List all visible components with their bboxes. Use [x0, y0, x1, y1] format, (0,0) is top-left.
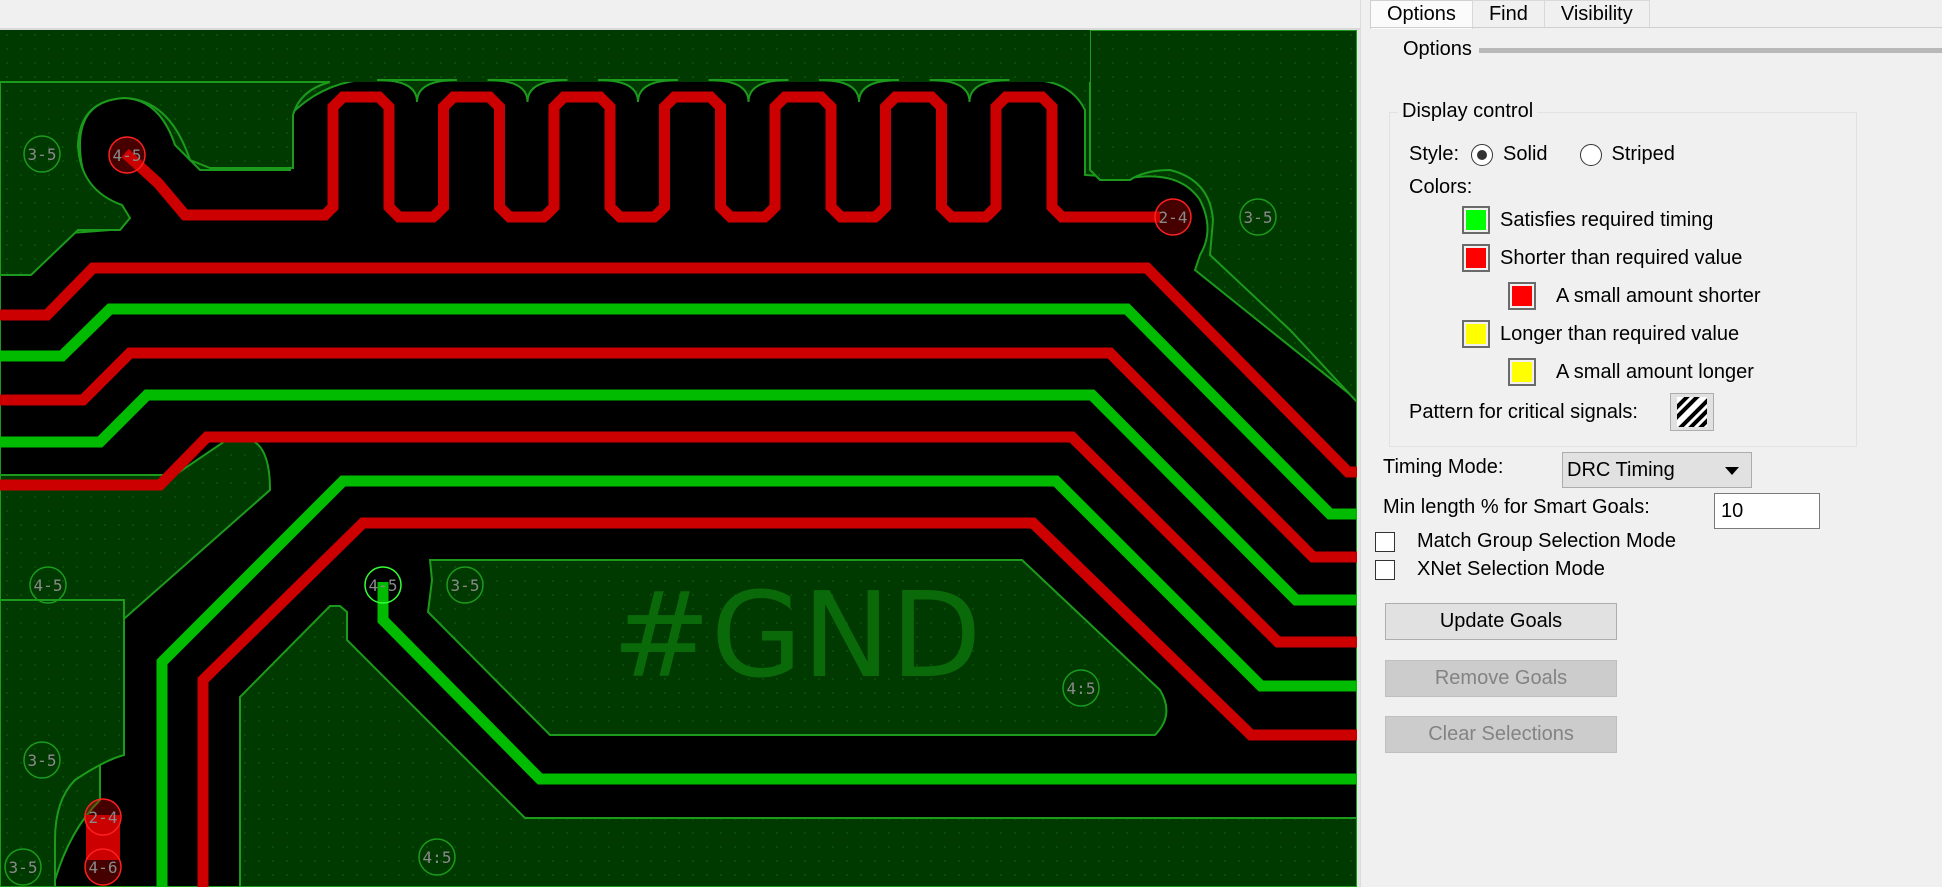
min-length-label: Min length % for Smart Goals:: [1383, 496, 1650, 518]
style-label: Style:: [1409, 143, 1460, 165]
style-row: Style: Solid Striped: [1409, 143, 1675, 166]
swatch-fill: [1466, 324, 1486, 344]
remove-goals-button[interactable]: Remove Goals: [1385, 660, 1617, 697]
via-layer-label: 3-5: [1244, 208, 1273, 227]
swatch-fill: [1466, 248, 1486, 268]
via-layer-label: 3-5: [451, 576, 480, 595]
tab-options[interactable]: Options: [1370, 0, 1473, 29]
chevron-down-icon: [1725, 467, 1739, 475]
color-label-longer: Longer than required value: [1500, 322, 1740, 345]
diagonal-stripes-icon: [1676, 397, 1707, 427]
colors-label: Colors:: [1409, 176, 1473, 198]
style-solid-radio[interactable]: [1471, 143, 1494, 166]
options-panel: Options Find Visibility Options Display …: [1360, 0, 1942, 887]
match-group-checkbox[interactable]: [1375, 531, 1395, 552]
via-layer-label: 2-4: [89, 808, 118, 827]
xnet-label[interactable]: XNet Selection Mode: [1417, 558, 1605, 581]
match-group-row: Match Group Selection Mode: [1375, 530, 1676, 553]
swatch-fill: [1512, 362, 1532, 382]
via[interactable]: 4-5: [108, 136, 146, 174]
via[interactable]: 2-4: [1154, 198, 1192, 236]
pcb-layout-view[interactable]: #GND 3-5 4-5 2-4 3-5 4-5 4-5 3-5 3-5 4:5 4:5 3-5 2-…: [0, 30, 1357, 887]
top-toolbar-strip: [0, 0, 1360, 30]
tab-visibility[interactable]: Visibility: [1543, 0, 1650, 28]
update-goals-button[interactable]: Update Goals: [1385, 603, 1617, 640]
pcb-canvas[interactable]: #GND 3-5 4-5 2-4 3-5 4-5 4-5 3-5 3-5 4:5 4:5 3-5 2-…: [0, 30, 1360, 887]
plane-region-top: [0, 30, 1090, 82]
color-label-shorter: Shorter than required value: [1500, 246, 1743, 269]
style-striped-radio[interactable]: [1579, 143, 1602, 166]
pattern-row: Pattern for critical signals:: [1409, 393, 1714, 431]
color-swatch-longer[interactable]: [1462, 320, 1490, 348]
clear-selections-button[interactable]: Clear Selections: [1385, 716, 1617, 753]
min-length-input[interactable]: 10: [1714, 493, 1820, 529]
color-row-longer: Longer than required value: [1462, 320, 1739, 348]
color-row-shorter: Shorter than required value: [1462, 244, 1742, 272]
color-swatch-small-longer[interactable]: [1508, 358, 1536, 386]
panel-tabs: Options Find Visibility: [1370, 0, 1650, 29]
via-layer-label: 3-5: [28, 751, 57, 770]
timing-mode-dropdown[interactable]: DRC Timing: [1562, 452, 1752, 488]
color-label-satisfies: Satisfies required timing: [1500, 208, 1714, 231]
style-solid-label[interactable]: Solid: [1503, 143, 1547, 166]
section-rule: [1479, 48, 1942, 53]
via-layer-label: 4-5: [113, 146, 142, 165]
style-striped-label[interactable]: Striped: [1612, 143, 1675, 166]
via-layer-label: 3-5: [28, 145, 57, 164]
section-title: Options: [1403, 38, 1472, 60]
swatch-fill: [1512, 286, 1532, 306]
color-label-small-shorter: A small amount shorter: [1556, 284, 1761, 307]
via-layer-label: 2-4: [1159, 208, 1188, 227]
via[interactable]: 4-6: [84, 848, 122, 886]
color-swatch-shorter[interactable]: [1462, 244, 1490, 272]
xnet-row: XNet Selection Mode: [1375, 558, 1605, 581]
swatch-fill: [1466, 210, 1486, 230]
via-layer-label: 4-5: [369, 576, 398, 595]
via-layer-label: 4-6: [89, 858, 118, 877]
color-row-small-longer: A small amount longer: [1508, 358, 1754, 386]
color-row-satisfies: Satisfies required timing: [1462, 206, 1713, 234]
color-swatch-small-shorter[interactable]: [1508, 282, 1536, 310]
timing-mode-value: DRC Timing: [1567, 459, 1675, 481]
colors-row: Colors:: [1409, 176, 1472, 199]
via[interactable]: 2-4: [84, 798, 122, 836]
tab-divider: [1371, 27, 1942, 28]
color-label-small-longer: A small amount longer: [1556, 360, 1754, 383]
display-control-legend: Display control: [1398, 100, 1538, 123]
color-row-small-shorter: A small amount shorter: [1508, 282, 1761, 310]
via-layer-label: 4:5: [1067, 679, 1096, 698]
timing-mode-label: Timing Mode:: [1383, 456, 1504, 478]
via-layer-label: 3-5: [9, 858, 38, 877]
pattern-button[interactable]: [1669, 393, 1714, 431]
color-swatch-satisfies[interactable]: [1462, 206, 1490, 234]
tab-find[interactable]: Find: [1471, 0, 1545, 28]
xnet-checkbox[interactable]: [1375, 559, 1395, 580]
via-layer-label: 4-5: [34, 576, 63, 595]
gnd-net-label: #GND: [612, 566, 981, 704]
via-layer-label: 4:5: [423, 848, 452, 867]
match-group-label[interactable]: Match Group Selection Mode: [1417, 530, 1676, 553]
pattern-label: Pattern for critical signals:: [1409, 400, 1638, 423]
